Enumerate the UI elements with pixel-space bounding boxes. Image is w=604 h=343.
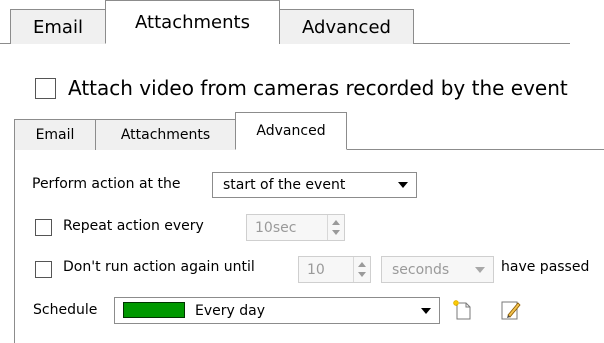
tab-email[interactable]: Email bbox=[10, 9, 106, 44]
chevron-down-icon bbox=[475, 266, 485, 273]
tab-attachments-label: Attachments bbox=[135, 11, 250, 33]
schedule-color-swatch bbox=[123, 302, 185, 318]
dont-run-unit-select[interactable]: seconds bbox=[381, 256, 494, 283]
tab-advanced-label: Advanced bbox=[302, 16, 391, 38]
spinner-down-icon[interactable] bbox=[332, 230, 340, 235]
spinner-up-icon[interactable] bbox=[358, 262, 366, 267]
attach-video-label: Attach video from cameras recorded by th… bbox=[68, 76, 568, 100]
spinner-buttons bbox=[353, 257, 370, 282]
schedule-select[interactable]: Every day bbox=[114, 297, 440, 324]
attach-video-checkbox[interactable] bbox=[35, 78, 56, 99]
dont-run-again-label: Don't run action again until bbox=[63, 259, 255, 275]
tab-email-label: Email bbox=[33, 16, 83, 38]
new-schedule-icon[interactable] bbox=[452, 299, 474, 321]
edit-schedule-icon[interactable] bbox=[500, 299, 522, 321]
chevron-down-icon bbox=[398, 182, 408, 188]
have-passed-label: have passed bbox=[501, 259, 590, 275]
tab-attachments-label: Attachments bbox=[120, 127, 211, 143]
panel-border bbox=[14, 150, 15, 343]
schedule-label: Schedule bbox=[33, 302, 98, 318]
tab-email-label: Email bbox=[35, 127, 75, 143]
dont-run-again-checkbox[interactable] bbox=[35, 261, 52, 278]
chevron-down-icon bbox=[421, 307, 431, 314]
tab-email[interactable]: Email bbox=[14, 119, 96, 150]
spinner-up-icon[interactable] bbox=[332, 220, 340, 225]
tab-advanced[interactable]: Advanced bbox=[279, 9, 414, 44]
repeat-interval-value: 10sec bbox=[255, 219, 297, 236]
spinner-buttons bbox=[327, 215, 344, 240]
repeat-action-label: Repeat action every bbox=[63, 218, 204, 234]
perform-action-value: start of the event bbox=[223, 177, 346, 193]
repeat-action-checkbox[interactable] bbox=[35, 219, 52, 236]
spinner-down-icon[interactable] bbox=[358, 272, 366, 277]
schedule-value: Every day bbox=[195, 302, 265, 319]
perform-action-label: Perform action at the bbox=[32, 176, 181, 192]
tab-attachments[interactable]: Attachments bbox=[105, 0, 280, 44]
tab-advanced-label: Advanced bbox=[256, 123, 326, 139]
perform-action-select[interactable]: start of the event bbox=[212, 172, 417, 198]
dont-run-number-value: 10 bbox=[307, 261, 325, 278]
repeat-interval-spinner[interactable]: 10sec bbox=[246, 214, 345, 241]
dont-run-number-spinner[interactable]: 10 bbox=[298, 256, 371, 283]
tab-advanced[interactable]: Advanced bbox=[235, 112, 347, 150]
tab-attachments[interactable]: Attachments bbox=[95, 119, 236, 150]
dont-run-unit-value: seconds bbox=[392, 261, 450, 278]
